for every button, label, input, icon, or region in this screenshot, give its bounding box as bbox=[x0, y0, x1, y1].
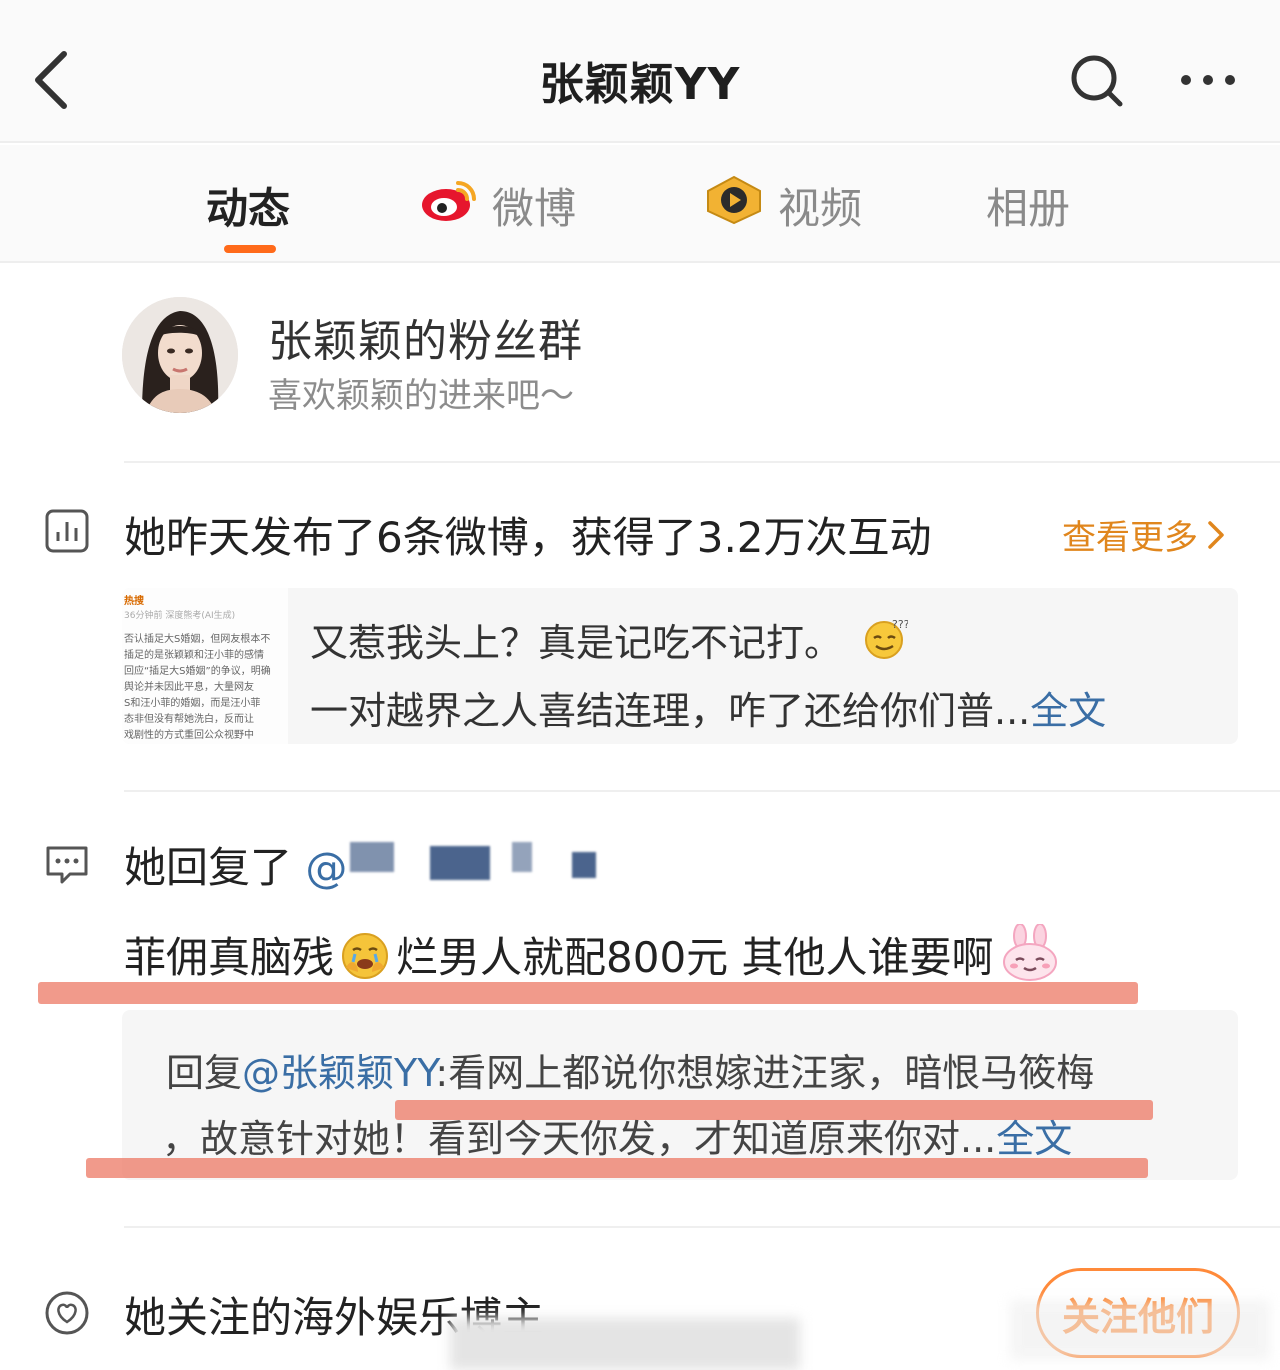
thumb-text: 戏剧性的方式重回公众视野中 bbox=[124, 730, 254, 741]
post-thumbnail: 热搜 36分钟前 深度熊考(AI生成) 否认插足大S婚姻，但网友根本不 插足的是… bbox=[122, 588, 288, 744]
comment-icon bbox=[46, 846, 88, 884]
post-text-continued: 一对越界之人喜结连理，咋了还给你们普... bbox=[310, 689, 1031, 733]
reply-text: 菲佣真脑残 烂男人就配800元 其他人谁要啊 bbox=[124, 923, 1060, 985]
crying-emoji-icon bbox=[342, 933, 389, 979]
tab-dynamics[interactable]: 动态 bbox=[206, 175, 290, 235]
post-text-line2: 一对越界之人喜结连理，咋了还给你们普...全文 bbox=[310, 680, 1106, 735]
stats-chart-icon bbox=[45, 509, 89, 553]
blurred-region bbox=[450, 1318, 800, 1370]
tab-label: 视频 bbox=[778, 183, 863, 233]
tab-weibo[interactable]: 微博 bbox=[420, 175, 576, 235]
video-icon bbox=[704, 175, 764, 235]
quote-prefix: 回复 bbox=[166, 1051, 243, 1095]
view-more-link[interactable]: 查看更多 bbox=[1062, 510, 1228, 559]
tab-album[interactable]: 相册 bbox=[986, 175, 1070, 235]
fans-group-entry[interactable]: 张颖颖的粉丝群 喜欢颖颖的进来吧～ bbox=[0, 265, 1280, 461]
search-button[interactable] bbox=[1068, 52, 1124, 108]
rabbit-emoji-icon bbox=[1002, 923, 1057, 981]
divider bbox=[124, 1226, 1280, 1228]
more-dots-icon bbox=[1181, 75, 1235, 85]
thumb-text: 热搜 bbox=[124, 596, 144, 607]
reply-mention-at[interactable]: @ bbox=[305, 843, 347, 892]
thumb-text: 插足的是张颖颖和汪小菲的感情 bbox=[124, 650, 264, 661]
fans-group-name: 张颖颖的粉丝群 bbox=[268, 316, 583, 367]
search-icon bbox=[1071, 55, 1123, 107]
quote-text: :看网上都说你想嫁进汪家，暗恨马筱梅 bbox=[435, 1051, 1095, 1095]
thumb-text: 态非但没有帮她洗白，反而让 bbox=[124, 714, 254, 725]
reply-heading-text: 她回复了 bbox=[124, 843, 293, 892]
thumb-text: S和汪小菲的婚姻，而是汪小菲 bbox=[124, 698, 261, 709]
smirk-emoji-icon: ??? bbox=[865, 618, 910, 659]
quoted-reply[interactable]: 回复@张颖颖YY:看网上都说你想嫁进汪家，暗恨马筱梅 ，故意针对她！看到今天你发… bbox=[122, 1010, 1238, 1180]
quoted-reply-line1: 回复@张颖颖YY:看网上都说你想嫁进汪家，暗恨马筱梅 bbox=[166, 1042, 1094, 1097]
highlight-mark bbox=[395, 1100, 1153, 1120]
post-text-line1: 又惹我头上？真是记吃不记打。 ??? bbox=[310, 612, 910, 667]
blurred-region bbox=[1010, 1300, 1270, 1360]
fans-group-subtitle: 喜欢颖颖的进来吧～ bbox=[268, 376, 574, 416]
full-text-link[interactable]: 全文 bbox=[1030, 689, 1106, 733]
stats-summary: 她昨天发布了6条微博，获得了3.2万次互动 bbox=[124, 513, 932, 562]
tab-label: 动态 bbox=[206, 183, 291, 233]
active-tab-indicator bbox=[224, 245, 276, 253]
tab-video[interactable]: 视频 bbox=[704, 175, 862, 235]
thumb-text: 回应“插足大S婚姻”的争议，明确 bbox=[124, 666, 271, 677]
profile-tabs: 动态 微博 视频 相册 bbox=[0, 145, 1280, 263]
redacted-username bbox=[572, 852, 596, 878]
divider bbox=[124, 790, 1280, 792]
quote-mention[interactable]: @张颖颖YY bbox=[242, 1051, 435, 1095]
svg-text:???: ??? bbox=[892, 618, 908, 631]
thumb-text: 否认插足大S婚姻，但网友根本不 bbox=[124, 634, 271, 645]
redacted-username bbox=[512, 842, 532, 872]
chevron-right-icon bbox=[1208, 520, 1224, 549]
quote-text-continued: ，故意针对她！看到今天你发，才知道原来你对... bbox=[162, 1117, 997, 1161]
reply-text-part2: 烂男人就配800元 其他人谁要啊 bbox=[396, 933, 994, 982]
fans-group-avatar bbox=[122, 297, 238, 413]
redacted-username bbox=[430, 846, 490, 880]
reply-heading: 她回复了 @ bbox=[124, 834, 347, 895]
highlight-mark bbox=[38, 982, 1138, 1004]
post-card[interactable]: 热搜 36分钟前 深度熊考(AI生成) 否认插足大S婚姻，但网友根本不 插足的是… bbox=[122, 588, 1238, 744]
reply-text-part1: 菲佣真脑残 bbox=[124, 933, 335, 982]
tab-label: 相册 bbox=[986, 183, 1071, 233]
heart-circle-icon bbox=[45, 1291, 89, 1335]
post-text: 又惹我头上？真是记吃不记打。 bbox=[310, 621, 843, 665]
tab-label: 微博 bbox=[492, 183, 577, 233]
more-options-button[interactable] bbox=[1178, 60, 1238, 100]
full-text-link[interactable]: 全文 bbox=[996, 1117, 1072, 1161]
top-nav-bar: 张颖颖YY bbox=[0, 0, 1280, 143]
weibo-icon bbox=[420, 177, 478, 233]
view-more-label: 查看更多 bbox=[1062, 518, 1198, 558]
divider bbox=[124, 461, 1280, 463]
thumb-text: 36分钟前 深度熊考(AI生成) bbox=[124, 611, 236, 621]
redacted-username bbox=[350, 842, 394, 872]
thumb-text: 舆论并未因此平息，大量网友 bbox=[124, 682, 254, 693]
highlight-mark bbox=[86, 1158, 1148, 1178]
